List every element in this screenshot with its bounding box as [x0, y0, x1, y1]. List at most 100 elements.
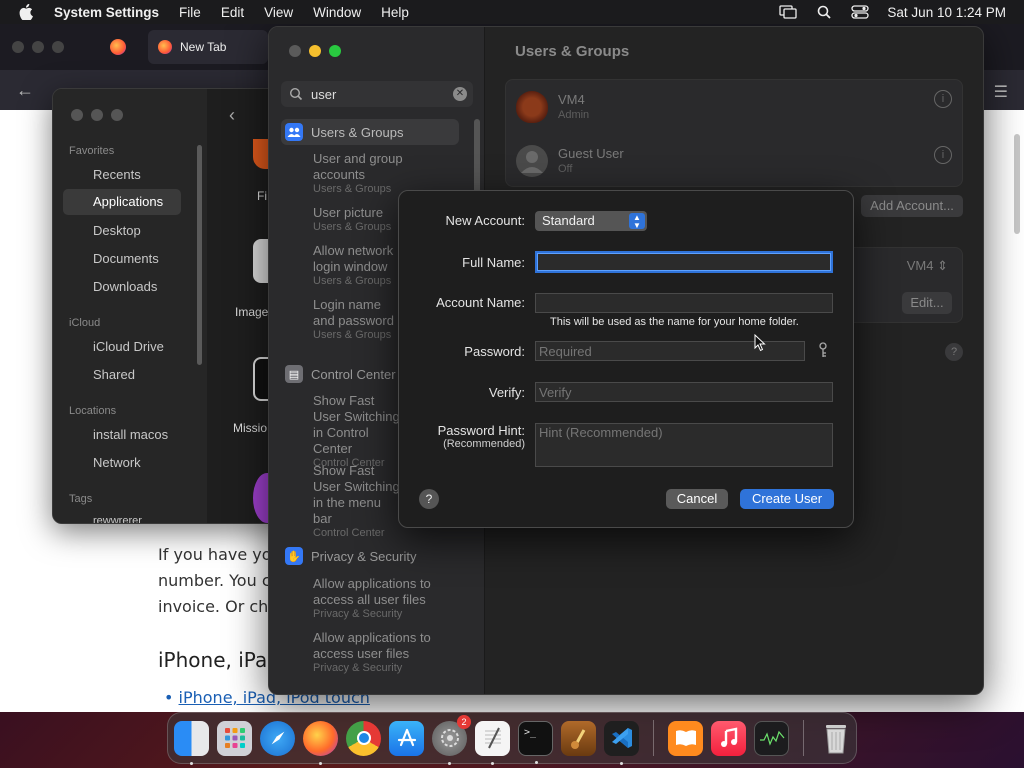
dock-activity-monitor-icon[interactable]: [754, 720, 789, 756]
sidebar-item-install-macos[interactable]: install macos: [93, 427, 168, 442]
dock-music-icon[interactable]: [711, 720, 746, 756]
dock-books-icon[interactable]: [668, 720, 703, 756]
help-menu[interactable]: Help: [381, 5, 409, 20]
user-row-vm4[interactable]: VM4 Admin: [516, 82, 589, 132]
chevron-up-down-icon: ▲ ▼: [629, 213, 645, 230]
locations-section-label: Locations: [69, 405, 117, 417]
file-menu[interactable]: File: [179, 5, 201, 20]
edit-button[interactable]: Edit...: [902, 292, 952, 314]
auto-login-popup[interactable]: VM4 ⇕: [907, 258, 948, 274]
browser-tab-new[interactable]: New Tab: [148, 30, 268, 64]
dock-system-settings-icon[interactable]: 2: [432, 714, 471, 765]
minimize-icon[interactable]: [309, 45, 321, 57]
sidebar-item-documents[interactable]: Documents: [93, 251, 159, 266]
minimize-icon[interactable]: [91, 109, 103, 121]
dock-app-store-icon[interactable]: [389, 720, 424, 756]
dock-chrome-icon[interactable]: [346, 720, 381, 756]
spotlight-search-icon[interactable]: [815, 4, 833, 20]
result-subtitle: Privacy & Security: [313, 608, 403, 620]
back-chevron-icon[interactable]: ‹: [229, 105, 235, 126]
account-name-label: Account Name:: [436, 295, 525, 310]
sidebar-item-applications[interactable]: Applications: [63, 189, 181, 215]
password-hint-field[interactable]: [535, 423, 833, 467]
close-icon[interactable]: [12, 41, 24, 53]
control-center-icon[interactable]: [851, 4, 870, 20]
search-result-fast-switch-menubar[interactable]: Show Fast User Switching in the menu bar…: [313, 463, 403, 540]
info-icon[interactable]: i: [934, 90, 952, 108]
sidebar-item-downloads[interactable]: Downloads: [93, 279, 157, 294]
info-icon[interactable]: i: [934, 146, 952, 164]
edit-menu[interactable]: Edit: [221, 5, 244, 20]
zoom-icon[interactable]: [329, 45, 341, 57]
search-result-network-login[interactable]: Allow network login window Users & Group…: [313, 243, 403, 288]
account-name-field[interactable]: [535, 293, 833, 313]
settings-sidebar-scrollbar[interactable]: [474, 119, 480, 201]
search-result-fast-switch-cc[interactable]: Show Fast User Switching in Control Cent…: [313, 393, 403, 470]
sidebar-item-tag[interactable]: rewwrerer: [93, 515, 142, 523]
sidebar-item-label: Control Center: [311, 366, 396, 382]
browser-scrollbar[interactable]: [1014, 134, 1020, 234]
app-label-1[interactable]: Fi: [257, 189, 267, 203]
sidebar-item-icloud-drive[interactable]: iCloud Drive: [93, 339, 164, 354]
finder-sidebar-scrollbar[interactable]: [197, 145, 202, 365]
hamburger-menu-icon[interactable]: ☰: [994, 82, 1008, 102]
sidebar-item-control-center[interactable]: ▤ Control Center: [285, 361, 396, 387]
dock-vscode-icon[interactable]: [604, 720, 639, 765]
users-groups-icon: [285, 123, 303, 141]
close-icon[interactable]: [71, 109, 83, 121]
create-user-button[interactable]: Create User: [740, 489, 834, 509]
back-arrow-icon[interactable]: ←: [16, 81, 34, 99]
minimize-icon[interactable]: [32, 41, 44, 53]
dock-safari-icon[interactable]: [260, 720, 295, 756]
sidebar-item-shared[interactable]: Shared: [93, 367, 135, 382]
clear-search-icon[interactable]: ✕: [453, 87, 467, 101]
search-input-value[interactable]: user: [311, 87, 336, 102]
view-menu[interactable]: View: [264, 5, 293, 20]
dock-trash-icon[interactable]: [818, 721, 853, 756]
search-result-user-group-accounts[interactable]: User and group accounts Users & Groups: [313, 151, 403, 196]
search-result-user-files[interactable]: Allow applications to access user files …: [313, 630, 443, 675]
sidebar-item-network[interactable]: Network: [93, 455, 141, 470]
password-assistant-key-icon[interactable]: [818, 342, 828, 361]
password-hint-label: Password Hint: (Recommended): [438, 423, 525, 450]
settings-search-field[interactable]: user ✕: [281, 81, 473, 107]
help-icon[interactable]: ?: [419, 489, 439, 509]
sidebar-item-label: Users & Groups: [311, 124, 404, 140]
menubar-clock[interactable]: Sat Jun 10 1:24 PM: [887, 5, 1006, 20]
close-icon[interactable]: [289, 45, 301, 57]
zoom-icon[interactable]: [52, 41, 64, 53]
user-row-guest[interactable]: Guest User Off: [516, 136, 624, 186]
apple-menu-icon[interactable]: [16, 2, 36, 22]
zoom-icon[interactable]: [111, 109, 123, 121]
app-label-3[interactable]: Missio: [233, 421, 267, 435]
user-name: VM4: [558, 92, 585, 107]
result-title: User picture: [313, 205, 384, 220]
full-name-field[interactable]: [535, 251, 833, 273]
sidebar-item-privacy-security[interactable]: ✋ Privacy & Security: [285, 543, 416, 569]
full-name-label: Full Name:: [462, 255, 525, 270]
page-heading: iPhone, iPad: [158, 648, 280, 672]
dock-firefox-icon[interactable]: [303, 720, 338, 765]
sidebar-item-users-groups[interactable]: Users & Groups: [281, 119, 459, 145]
search-result-all-user-files[interactable]: Allow applications to access all user fi…: [313, 576, 443, 621]
verify-field[interactable]: [535, 382, 833, 402]
auto-login-value: VM4: [906, 258, 934, 273]
add-account-button[interactable]: Add Account...: [861, 195, 963, 217]
dock-finder-icon[interactable]: [174, 720, 209, 765]
search-result-user-picture[interactable]: User picture Users & Groups: [313, 205, 391, 234]
screen-mirroring-icon[interactable]: [779, 4, 798, 20]
firefox-pinned-tab[interactable]: [100, 30, 136, 64]
dock-script-editor-icon[interactable]: [561, 720, 596, 756]
sidebar-item-desktop[interactable]: Desktop: [93, 223, 141, 238]
search-result-login-name[interactable]: Login name and password Users & Groups: [313, 297, 403, 342]
dock-terminal-icon[interactable]: >_: [518, 720, 553, 764]
app-label-2[interactable]: Image: [235, 305, 268, 319]
sidebar-item-recents[interactable]: Recents: [93, 167, 141, 182]
cancel-button[interactable]: Cancel: [666, 489, 728, 509]
help-icon[interactable]: ?: [945, 343, 963, 361]
window-menu[interactable]: Window: [313, 5, 361, 20]
dock-textedit-icon[interactable]: [475, 720, 510, 765]
app-name-menu[interactable]: System Settings: [54, 5, 159, 20]
dock-launchpad-icon[interactable]: [217, 720, 252, 756]
account-type-popup[interactable]: Standard ▲ ▼: [535, 211, 647, 231]
